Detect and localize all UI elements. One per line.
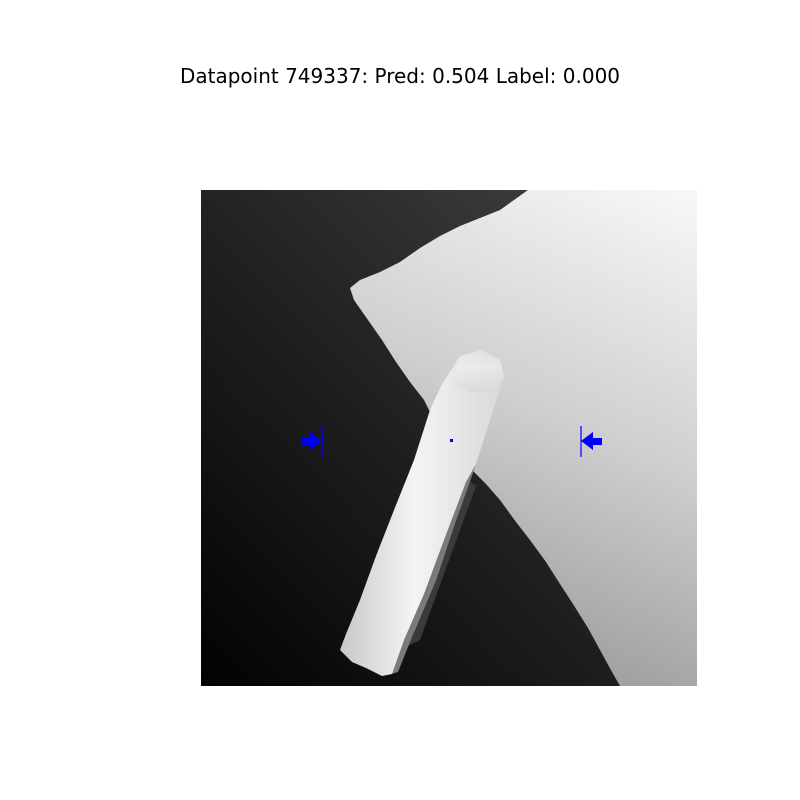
center-point-marker bbox=[450, 439, 453, 442]
depth-image-figure bbox=[201, 190, 697, 686]
depth-image bbox=[201, 190, 697, 686]
